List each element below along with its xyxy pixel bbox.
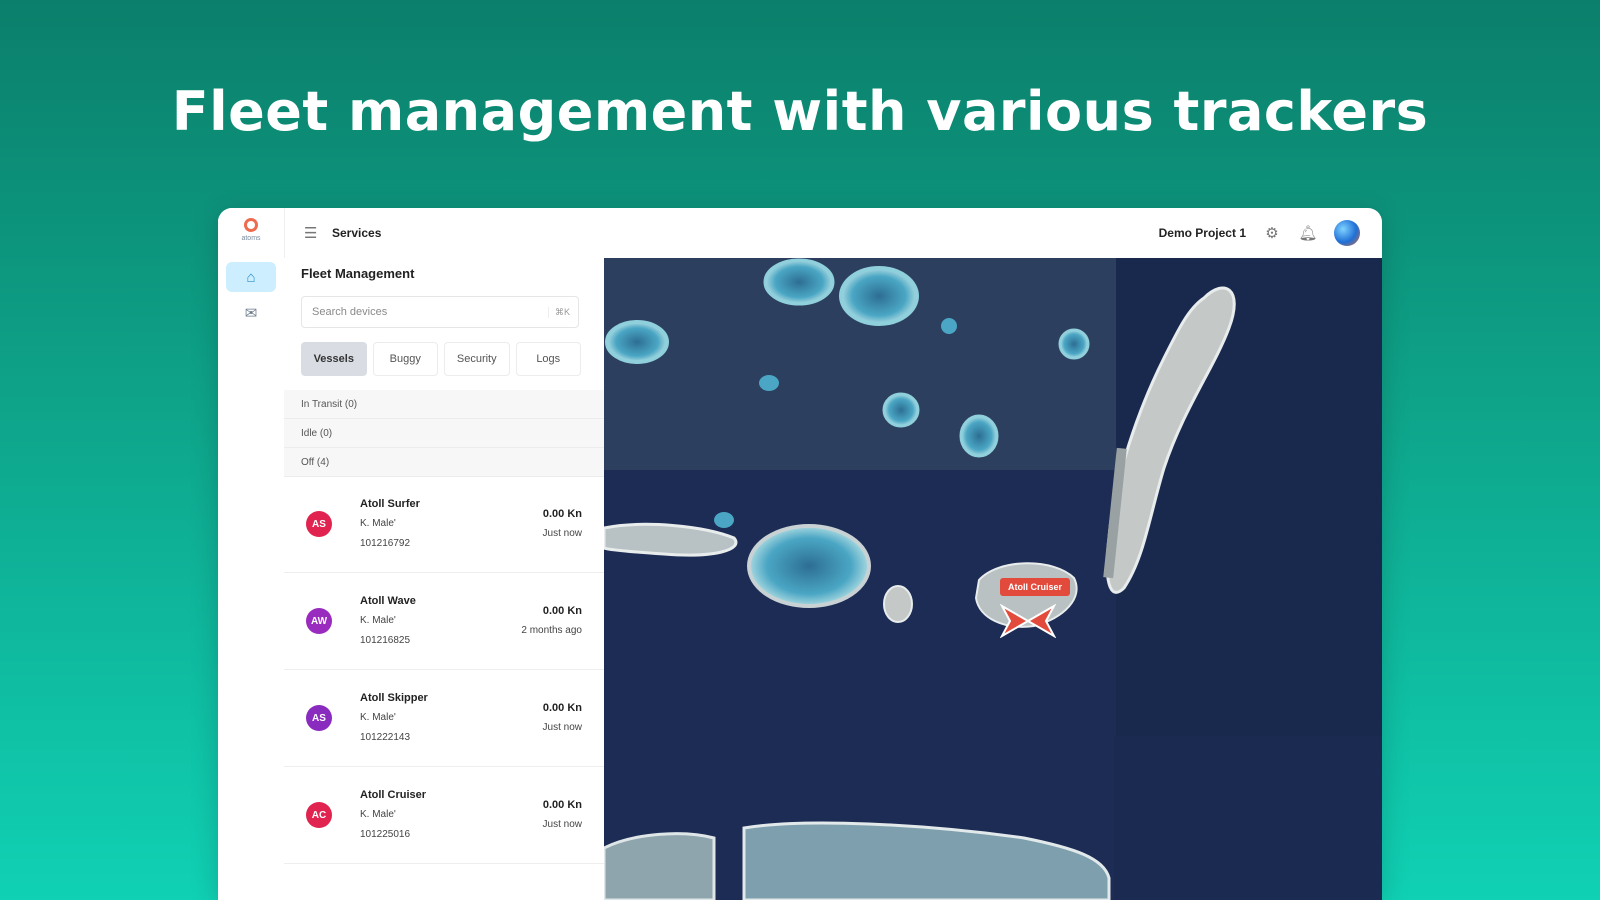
device-avatar: AW (306, 608, 332, 634)
device-location: K. Male' (360, 615, 396, 626)
tab-vessels[interactable]: Vessels (301, 342, 367, 376)
device-last-seen: 2 months ago (521, 625, 582, 636)
device-last-seen: Just now (542, 722, 582, 733)
panel-title: Fleet Management (301, 266, 415, 281)
device-speed: 0.00 Kn (542, 799, 582, 811)
device-row[interactable]: AS Atoll Skipper K. Male' 101222143 0.00… (284, 670, 604, 767)
device-name: Atoll Wave (360, 595, 416, 607)
device-avatar: AS (306, 705, 332, 731)
logo-icon (244, 218, 258, 232)
search-shortcut: ⌘K (547, 306, 570, 318)
device-id: 101216792 (360, 538, 411, 549)
device-location: K. Male' (360, 712, 396, 723)
top-right-actions: Demo Project 1 ⚙ 🔔︎ (1159, 220, 1382, 246)
device-tabs: Vessels Buggy Security Logs (301, 342, 581, 376)
rail-mail-button[interactable]: ✉ (226, 298, 276, 328)
top-bar: ☰ Services Demo Project 1 ⚙ 🔔︎ (284, 208, 1382, 258)
status-groups: In Transit (0) Idle (0) Off (4) (284, 390, 604, 477)
device-name: Atoll Cruiser (360, 789, 427, 801)
device-location: K. Male' (360, 518, 396, 529)
app-window: atoms ⌂ ✉ ☰ Services Demo Project 1 ⚙ 🔔︎… (218, 208, 1382, 900)
settings-icon[interactable]: ⚙ (1262, 223, 1282, 243)
page-headline: Fleet management with various trackers (171, 80, 1429, 143)
left-rail: atoms ⌂ ✉ (218, 208, 285, 900)
app-logo[interactable]: atoms (232, 218, 270, 252)
device-row[interactable]: AC Atoll Cruiser K. Male' 101225016 0.00… (284, 767, 604, 864)
tab-buggy[interactable]: Buggy (372, 342, 438, 376)
group-in-transit[interactable]: In Transit (0) (284, 390, 604, 419)
vessel-map-label[interactable]: Atoll Cruiser (1000, 578, 1071, 596)
device-name: Atoll Surfer (360, 498, 420, 510)
profile-avatar[interactable] (1334, 220, 1360, 246)
device-id: 101225016 (360, 829, 411, 840)
rail-home-button[interactable]: ⌂ (226, 262, 276, 292)
device-row[interactable]: AS Atoll Surfer K. Male' 101216792 0.00 … (284, 476, 604, 573)
device-avatar: AS (306, 511, 332, 537)
fleet-panel: Fleet Management ⌘K Vessels Buggy Securi… (284, 258, 604, 900)
device-speed: 0.00 Kn (542, 605, 582, 617)
device-location: K. Male' (360, 809, 396, 820)
tab-security[interactable]: Security (444, 342, 510, 376)
device-last-seen: Just now (542, 528, 582, 539)
topbar-title: Services (332, 226, 382, 240)
map-imagery (604, 258, 1382, 900)
home-icon: ⌂ (246, 268, 256, 286)
device-avatar: AC (306, 802, 332, 828)
device-id: 101222143 (360, 732, 411, 743)
device-last-seen: Just now (542, 819, 582, 830)
device-speed: 0.00 Kn (542, 702, 582, 714)
group-idle[interactable]: Idle (0) (284, 419, 604, 448)
device-row[interactable]: AW Atoll Wave K. Male' 101216825 0.00 Kn… (284, 573, 604, 670)
satellite-map[interactable]: Atoll Cruiser (604, 258, 1382, 900)
search-box: ⌘K (301, 296, 579, 328)
vessel-marker-icon[interactable] (1000, 604, 1056, 638)
mail-icon: ✉ (244, 305, 258, 322)
tab-logs[interactable]: Logs (515, 342, 581, 376)
menu-icon[interactable]: ☰ (304, 224, 326, 242)
device-name: Atoll Skipper (360, 692, 428, 704)
device-speed: 0.00 Kn (542, 508, 582, 520)
search-input[interactable] (302, 305, 534, 319)
project-selector[interactable]: Demo Project 1 (1159, 226, 1246, 240)
logo-text: atoms (241, 235, 261, 242)
device-id: 101216825 (360, 635, 411, 646)
group-off[interactable]: Off (4) (284, 448, 604, 477)
bell-icon[interactable]: 🔔︎ (1298, 223, 1318, 243)
device-list: AS Atoll Surfer K. Male' 101216792 0.00 … (284, 476, 604, 864)
